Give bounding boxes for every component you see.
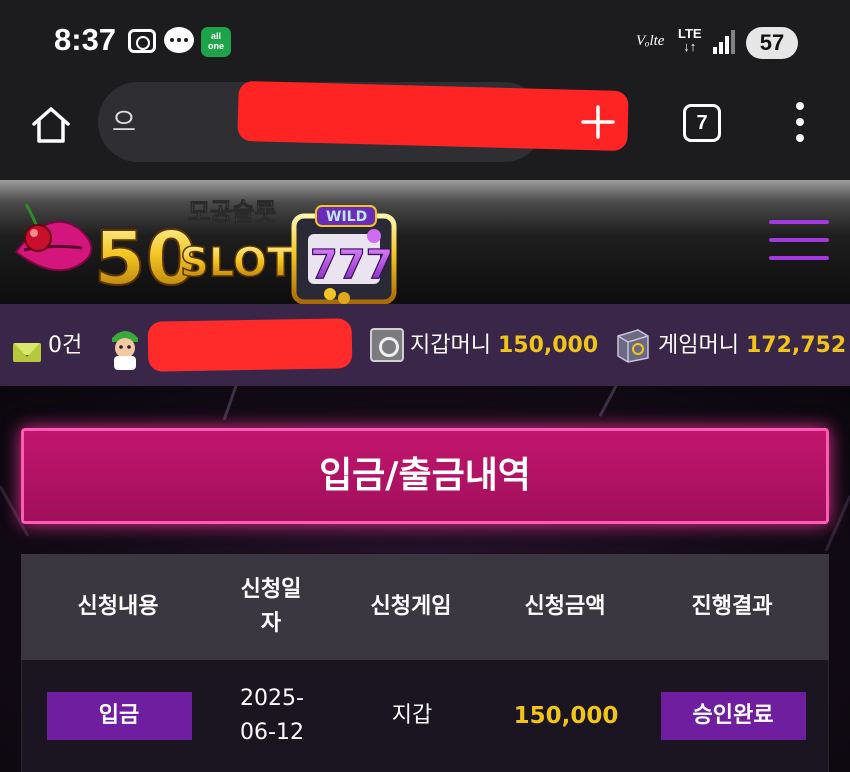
cell-date: 2025- 06-12 [240, 686, 304, 745]
signal-icon [713, 30, 737, 54]
message-count[interactable]: 0건 [48, 330, 82, 362]
more-icon[interactable] [793, 102, 807, 142]
user-info-bar: 0건 지갑머니 150,000 게임머니 172,752 [0, 304, 850, 386]
redaction-mark [147, 318, 353, 372]
logo-word: SLOT [180, 240, 295, 286]
hamburger-icon[interactable] [769, 220, 829, 264]
column-header-type: 신청내용 [77, 594, 159, 619]
mail-icon[interactable] [13, 343, 41, 362]
safe-icon [370, 328, 404, 362]
page: 8:37 all one Vₒlte LTE ↓↑ 57 으 7 모공슬롯 50… [0, 0, 850, 772]
logo-wild: WILD [326, 209, 367, 225]
vault-icon [617, 329, 649, 363]
column-header-date: 신청일 자 [240, 577, 302, 636]
site-logo[interactable]: 모공슬롯 50 SLOT 777 WILD [8, 188, 408, 304]
browser-toolbar: 으 7 [0, 80, 850, 180]
status-badge[interactable]: 승인완료 [660, 692, 806, 740]
page-title-banner: 입금/출금내역 [21, 428, 829, 524]
status-bar: 8:37 all one Vₒlte LTE ↓↑ 57 [0, 0, 850, 80]
lte-indicator: LTE ↓↑ [678, 27, 702, 53]
tabs-icon[interactable]: 7 [683, 104, 721, 142]
logo-korean-text: 모공슬롯 [188, 198, 276, 226]
chat-icon [164, 27, 194, 53]
cell-type: 입금 [22, 660, 216, 772]
column-header-amount: 신청금액 [524, 594, 606, 619]
wallet-money: 지갑머니 150,000 [410, 330, 598, 362]
allone-label-top: all [210, 31, 221, 41]
main-content: 입금/출금내역 신청내용 신청일 자 신청게임 신청금액 진행결과 입금 202… [0, 386, 850, 772]
column-header-status: 진행결과 [691, 594, 773, 619]
page-title: 입금/출금내역 [319, 455, 531, 496]
table-header: 신청내용 신청일 자 신청게임 신청금액 진행결과 [21, 554, 829, 660]
status-time: 8:37 [54, 22, 117, 57]
screenshot-icon [128, 29, 156, 53]
history-table: 신청내용 신청일 자 신청게임 신청금액 진행결과 입금 2025- 06-12… [21, 554, 829, 772]
home-icon[interactable] [30, 104, 72, 146]
wallet-label: 지갑머니 [410, 333, 491, 358]
url-text: 으 [112, 108, 136, 138]
cell-status: 승인완료 [636, 660, 830, 772]
battery-icon: 57 [746, 27, 798, 59]
redaction-mark [237, 80, 629, 152]
game-money: 게임머니 172,752 [658, 330, 846, 362]
logo-reels: 777 [310, 242, 394, 288]
allone-app-icon: all one [201, 27, 231, 57]
game-amount: 172,752 [745, 333, 847, 358]
site-header: 모공슬롯 50 SLOT 777 WILD [0, 180, 850, 304]
table-row: 입금 2025- 06-12 지갑 150,000 승인완료 [21, 660, 829, 772]
new-tab-plus-icon[interactable] [579, 103, 617, 141]
volte-indicator: Vₒlte [636, 33, 665, 49]
cell-amount: 150,000 [513, 703, 619, 729]
cell-game: 지갑 [391, 703, 433, 728]
allone-label-bottom: one [207, 41, 224, 51]
wallet-amount: 150,000 [497, 333, 599, 358]
column-header-game: 신청게임 [370, 594, 452, 619]
game-label: 게임머니 [658, 333, 739, 358]
type-badge[interactable]: 입금 [46, 692, 192, 740]
lte-arrows: ↓↑ [683, 39, 697, 54]
avatar [112, 331, 138, 370]
address-bar[interactable]: 으 [98, 80, 629, 162]
